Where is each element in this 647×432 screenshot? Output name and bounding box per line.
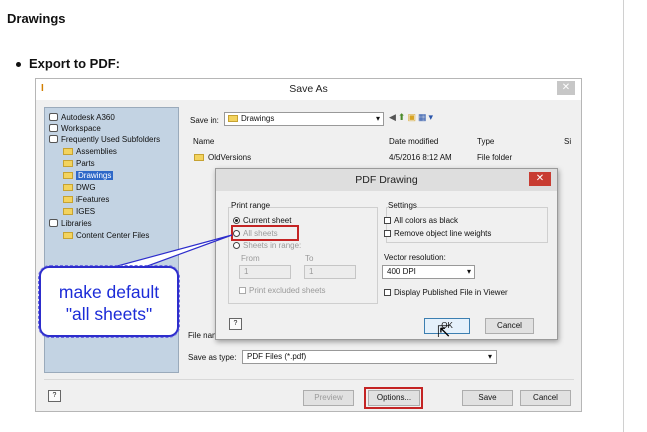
callout-line-2: "all sheets" <box>65 304 153 324</box>
page: Drawings Export to PDF: I Save As ✕ Auto… <box>0 0 647 432</box>
mouse-cursor-icon: ⇱ <box>437 324 451 341</box>
callout-line-1: make default <box>58 282 160 302</box>
callout-box: make default "all sheets" <box>38 265 180 338</box>
callout-pointer <box>109 234 233 269</box>
